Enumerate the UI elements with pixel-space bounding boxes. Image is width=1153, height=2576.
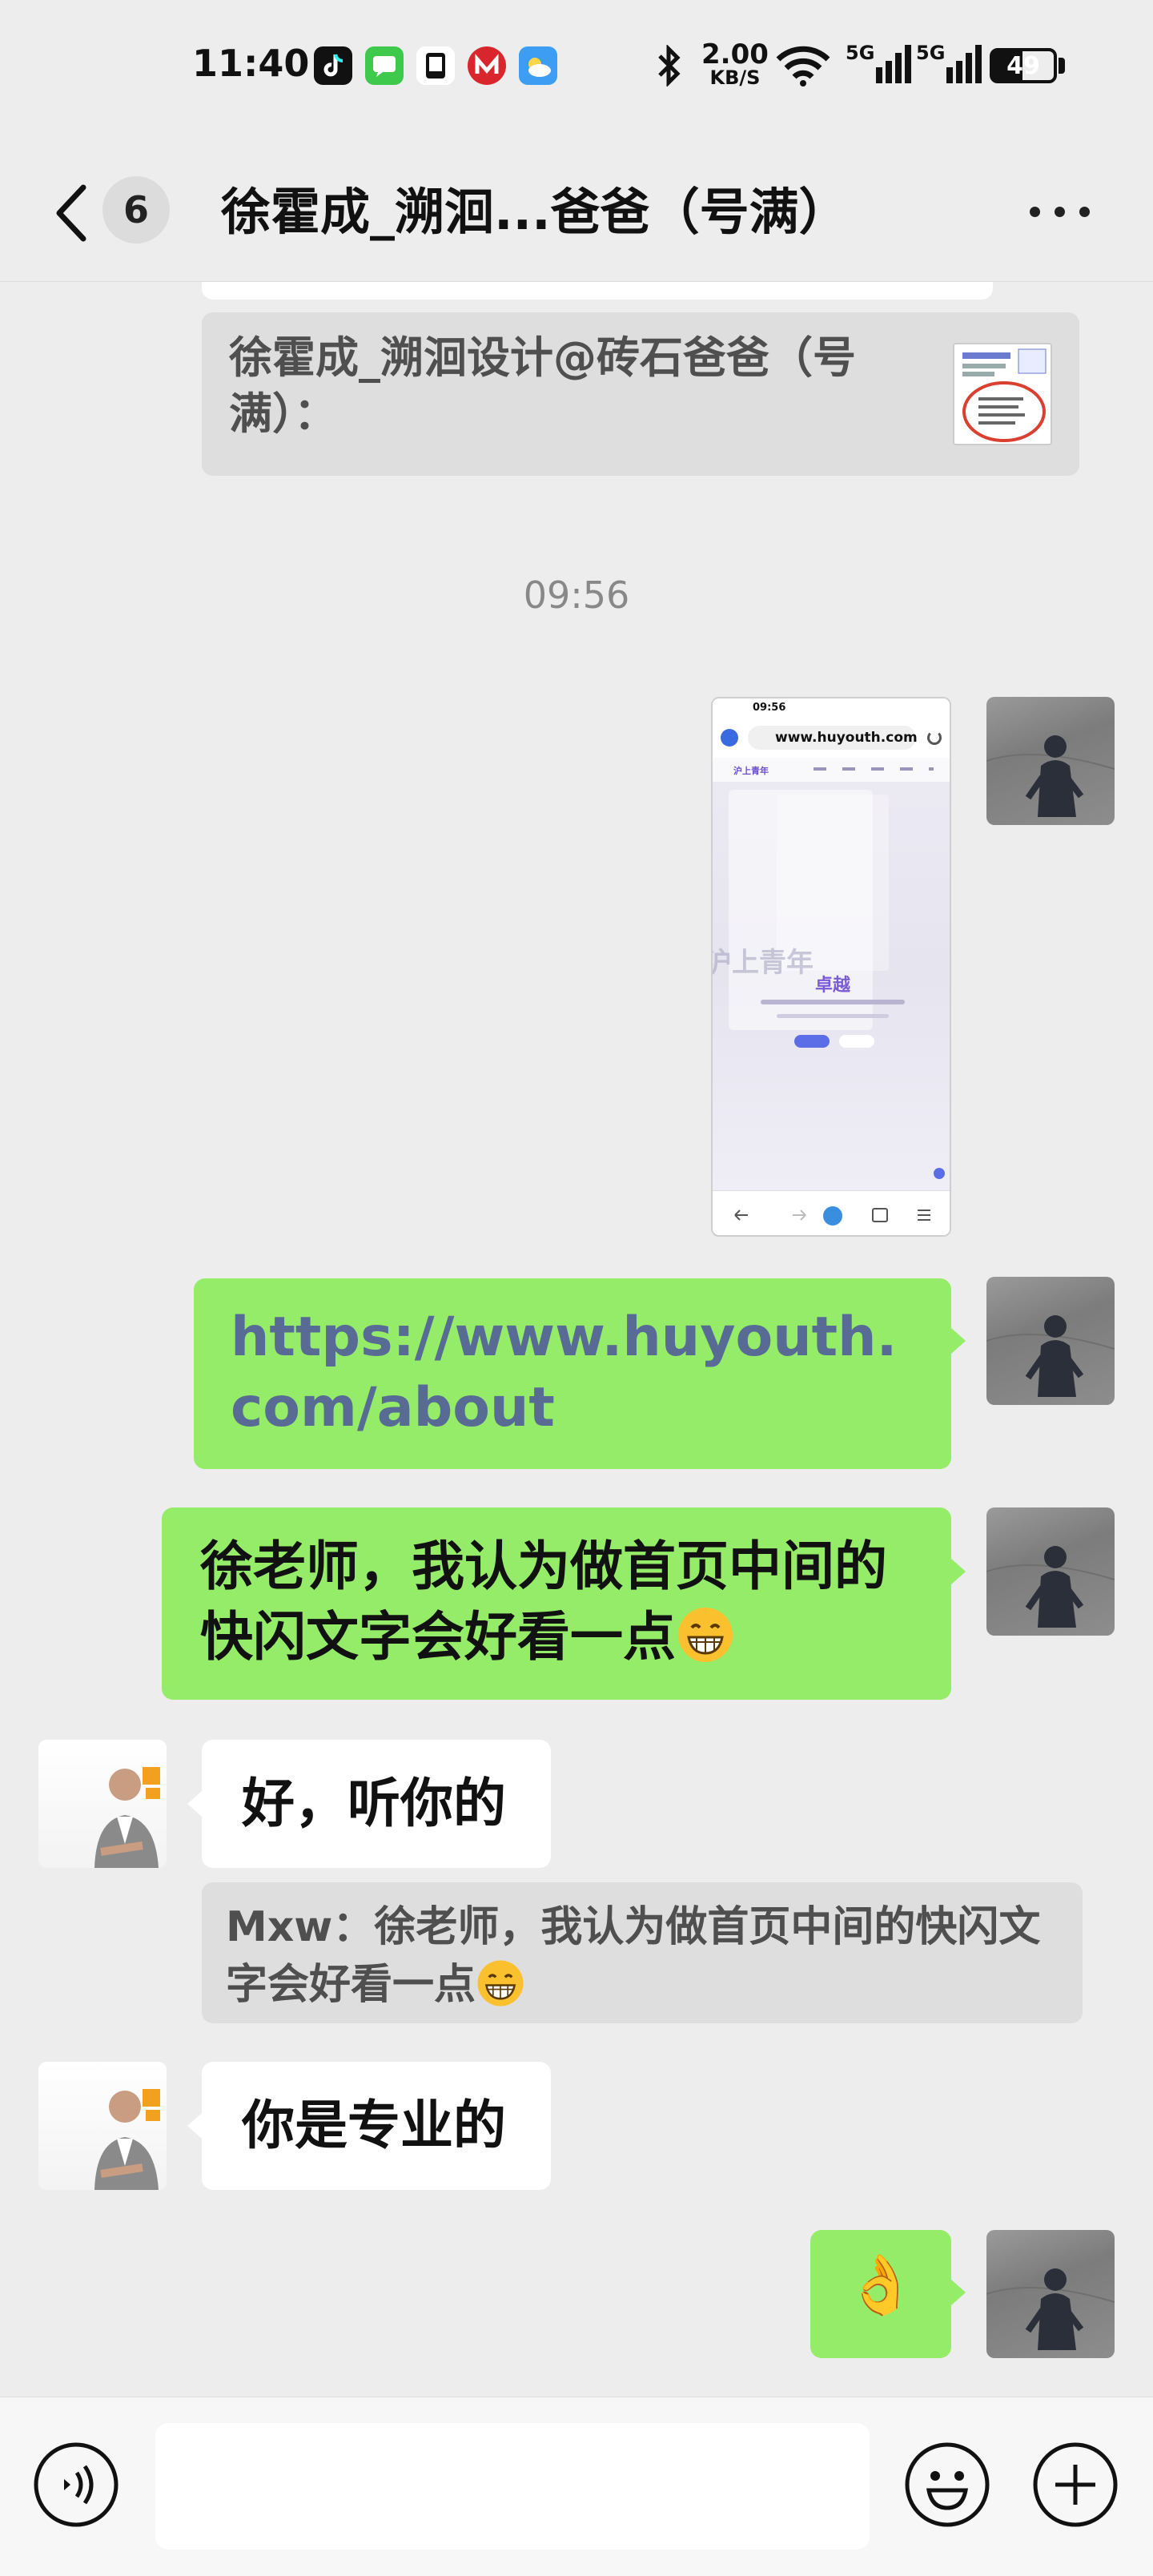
screenshot-headline: 卓越 bbox=[814, 976, 850, 996]
phone-app-icon bbox=[416, 46, 455, 85]
quoted-image-thumbnail[interactable] bbox=[953, 343, 1052, 445]
unread-count-badge[interactable]: 6 bbox=[102, 176, 170, 244]
self-text-message: 徐老师，我认为做首页中间的快闪文字会好看一点 bbox=[200, 1536, 887, 1668]
chat-header: 6 徐霍成_溯洄...爸爸（号满） bbox=[0, 136, 1153, 282]
bubble-tail bbox=[187, 2113, 202, 2139]
metro-app-icon bbox=[468, 46, 506, 85]
reply-bubble-2[interactable]: 你是专业的 bbox=[202, 2062, 551, 2190]
quoted-message-text: 徐霍成_溯洄设计@砖石爸爸（号满）： bbox=[229, 332, 856, 439]
battery-level: 49 bbox=[1006, 52, 1040, 80]
bubble-tail bbox=[187, 1791, 202, 1817]
message-input[interactable] bbox=[155, 2423, 870, 2550]
back-icon[interactable] bbox=[48, 181, 96, 245]
reply-bubble-1[interactable]: 好，听你的 bbox=[202, 1740, 551, 1868]
weather-app-icon bbox=[519, 46, 557, 85]
reply-text-1: 好，听你的 bbox=[242, 1773, 506, 1834]
screenshot-refresh-icon bbox=[927, 731, 942, 745]
chat-title: 徐霍成_溯洄...爸爸（号满） bbox=[221, 183, 849, 241]
previous-bubble-edge bbox=[202, 282, 993, 300]
bubble-tail bbox=[951, 1559, 966, 1584]
grin-emoji-icon bbox=[676, 1605, 735, 1682]
bubble-tail bbox=[951, 1328, 966, 1354]
quoted-message[interactable]: 徐霍成_溯洄设计@砖石爸爸（号满）： bbox=[202, 312, 1079, 476]
self-text-bubble[interactable]: 徐老师，我认为做首页中间的快闪文字会好看一点 bbox=[162, 1507, 951, 1700]
screenshot-profile-icon bbox=[721, 729, 738, 747]
input-bar bbox=[0, 2397, 1153, 2576]
emoji-message-bubble[interactable]: 👌 bbox=[810, 2230, 951, 2358]
wifi-icon bbox=[775, 45, 831, 90]
reply-text-2: 你是专业的 bbox=[242, 2095, 506, 2156]
quoted-reply[interactable]: Mxw：徐老师，我认为做首页中间的快闪文字会好看一点 bbox=[202, 1882, 1083, 2023]
status-time: 11:40 bbox=[192, 42, 310, 85]
battery-indicator: 49 bbox=[990, 48, 1057, 83]
tiktok-icon bbox=[314, 46, 352, 85]
grin-emoji-icon bbox=[476, 1958, 525, 2023]
screenshot-url: www.huyouth.com bbox=[748, 726, 918, 750]
screenshot-image-message[interactable]: 09:56 www.huyouth.com 沪上青年 沪上青年 卓越 bbox=[711, 697, 951, 1237]
self-avatar[interactable] bbox=[986, 1277, 1115, 1405]
bubble-tail bbox=[951, 2280, 966, 2305]
plus-icon[interactable] bbox=[1031, 2441, 1119, 2529]
self-avatar[interactable] bbox=[986, 697, 1115, 825]
message-timestamp: 09:56 bbox=[523, 574, 630, 617]
screenshot-status-time: 09:56 bbox=[753, 702, 786, 714]
voice-icon[interactable] bbox=[32, 2441, 120, 2529]
network-speed-value: 2.00 bbox=[701, 38, 769, 70]
messages-app-icon bbox=[365, 46, 404, 85]
status-bar: 11:40 2.00 KB/S 5G 5G 49 bbox=[0, 0, 1153, 136]
ok-hand-emoji: 👌 bbox=[845, 2251, 917, 2318]
battery-cap bbox=[1059, 58, 1065, 74]
bluetooth-icon bbox=[655, 43, 682, 90]
screenshot-brand: 沪上青年 bbox=[733, 766, 769, 776]
emoji-icon[interactable] bbox=[903, 2441, 991, 2529]
contact-avatar[interactable] bbox=[38, 2062, 167, 2190]
self-avatar[interactable] bbox=[986, 2230, 1115, 2358]
link-message-url[interactable]: https://www.huyouth.com/about bbox=[231, 1302, 914, 1443]
self-avatar[interactable] bbox=[986, 1507, 1115, 1636]
quoted-reply-text: Mxw：徐老师，我认为做首页中间的快闪文字会好看一点 bbox=[226, 1903, 1041, 2009]
network-speed-unit: KB/S bbox=[709, 66, 761, 89]
network-speed: 2.00 KB/S bbox=[701, 38, 769, 89]
link-message-bubble[interactable]: https://www.huyouth.com/about bbox=[194, 1278, 951, 1469]
more-icon[interactable] bbox=[1030, 207, 1091, 218]
contact-avatar[interactable] bbox=[38, 1740, 167, 1868]
